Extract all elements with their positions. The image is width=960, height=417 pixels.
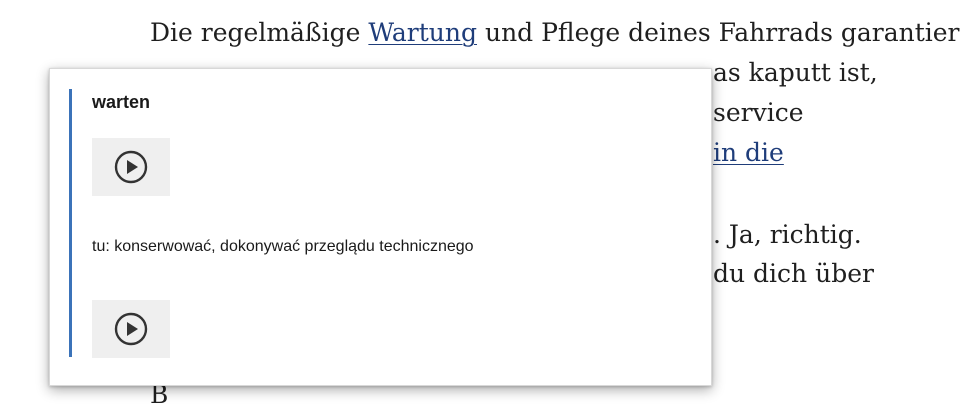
popup-headword: warten: [92, 92, 151, 112]
link-wartung[interactable]: Wartung: [368, 18, 477, 47]
headword-audio-button[interactable]: [92, 138, 170, 196]
translation-audio-button[interactable]: [92, 300, 170, 358]
article-line-3: service: [713, 98, 804, 127]
article-line-2: as kaputt ist,: [713, 58, 878, 87]
article-line-5: . Ja, richtig.: [713, 220, 862, 249]
popup-translation: tu: konserwować, dokonywać przeglądu tec…: [92, 238, 474, 255]
article-line-6: du dich über: [713, 259, 874, 288]
accent-bar: [69, 89, 72, 357]
play-circle-icon: [114, 150, 148, 184]
article-text: Die regelmäßige: [150, 18, 369, 47]
dictionary-popup: warten tu: konserwować, dokonywać przegl…: [49, 68, 712, 386]
article-text: und Pflege deines Fahrrads garantiert: [477, 18, 960, 47]
play-circle-icon: [114, 312, 148, 346]
link-in-die[interactable]: in die: [713, 138, 784, 167]
article-line-4: in die: [713, 138, 784, 168]
article-line-1: Die regelmäßige Wartung und Pflege deine…: [150, 18, 960, 48]
